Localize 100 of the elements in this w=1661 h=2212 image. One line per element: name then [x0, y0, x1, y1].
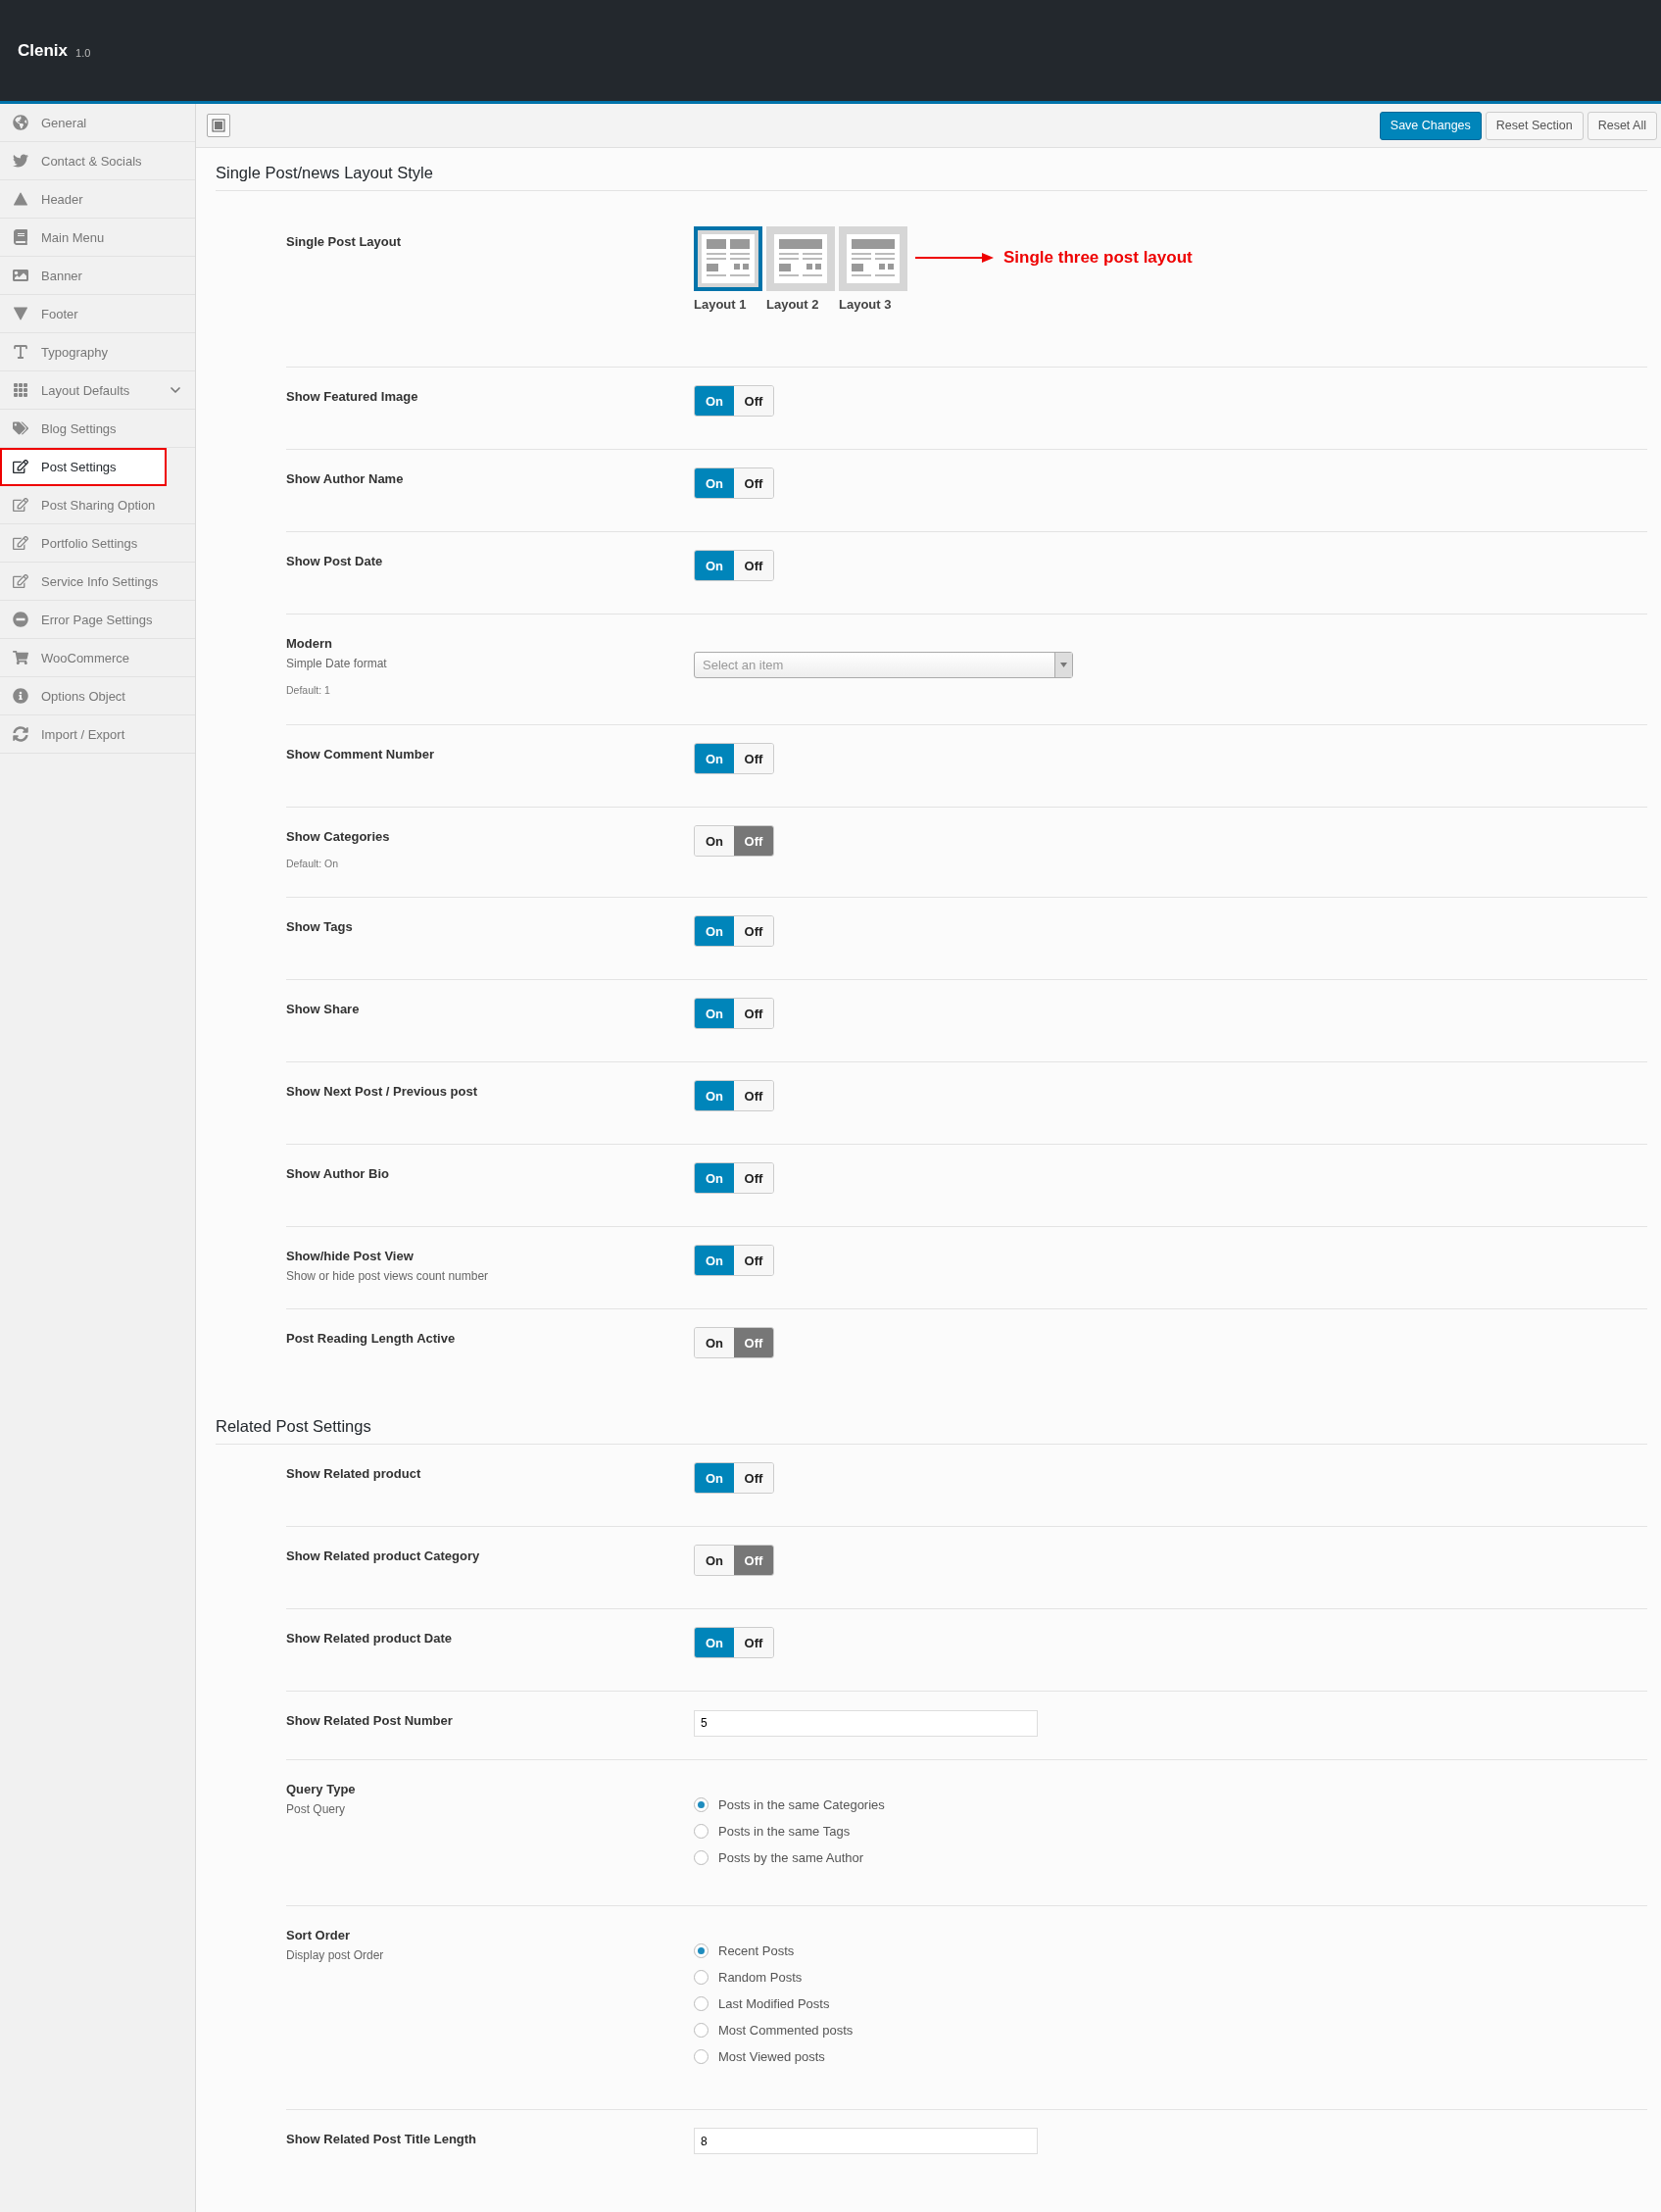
- on-off-switch[interactable]: On Off: [694, 743, 774, 774]
- layout-label: Layout 3: [839, 297, 893, 312]
- sidebar-item[interactable]: Post Sharing Option: [0, 486, 195, 524]
- sidebar-item[interactable]: Layout Defaults: [0, 371, 195, 410]
- field-label: Show Related product Date: [286, 1631, 454, 1646]
- section-title: Related Post Settings: [216, 1417, 1647, 1445]
- on-off-switch[interactable]: On Off: [694, 1627, 774, 1658]
- layout-drawing: [702, 234, 755, 283]
- section-title: Single Post/news Layout Style: [216, 164, 1647, 191]
- sidebar-item[interactable]: Main Menu: [0, 219, 195, 257]
- input-field[interactable]: 8: [694, 2128, 1038, 2155]
- field-label: Show Categories: [286, 829, 391, 844]
- edit-icon: [12, 572, 29, 590]
- field-label: Show Share: [286, 1002, 361, 1016]
- sidebar-item[interactable]: WooCommerce: [0, 639, 195, 677]
- field-label: Show Featured Image: [286, 389, 419, 404]
- radio-option[interactable]: Random Posts: [694, 1969, 1647, 1985]
- field-label: Post Reading Length Active: [286, 1331, 457, 1346]
- sidebar-item[interactable]: Banner: [0, 257, 195, 295]
- reset-button[interactable]: Reset Section: [1485, 111, 1584, 140]
- on-off-switch[interactable]: On Off: [694, 1462, 774, 1494]
- caret-icon: [1060, 663, 1067, 667]
- field-label: Show Post Date: [286, 554, 384, 568]
- edit-icon: [12, 534, 29, 552]
- radio-option[interactable]: Posts in the same Categories: [694, 1797, 1647, 1812]
- radio-option[interactable]: Recent Posts: [694, 1942, 1647, 1958]
- reset-button[interactable]: Reset All: [1587, 111, 1657, 140]
- text-icon: [12, 343, 29, 361]
- panel-icon: [212, 119, 225, 132]
- layout-thumbnail[interactable]: [694, 226, 762, 291]
- field-label: Show Author Name: [286, 471, 405, 486]
- on-off-switch[interactable]: On Off: [694, 1162, 774, 1194]
- cart-icon: [12, 649, 29, 666]
- layout-label: Layout 1: [694, 297, 748, 312]
- sidebar-item[interactable]: Error Page Settings: [0, 601, 195, 639]
- layout-drawing: [774, 234, 827, 283]
- field-label: Show Next Post / Previous post: [286, 1084, 479, 1099]
- field-label: Show Comment Number: [286, 747, 435, 762]
- field-label: Show Author Bio: [286, 1166, 390, 1181]
- image-icon: [12, 267, 29, 284]
- refresh-icon: [12, 725, 29, 743]
- field-description: Post Query: [286, 1802, 347, 1816]
- field-label: Show Tags: [286, 919, 354, 934]
- layout-label: Layout 2: [766, 297, 820, 312]
- field-description: Show or hide post views count number: [286, 1269, 490, 1283]
- sidebar-item[interactable]: Options Object: [0, 677, 195, 715]
- bird-icon: [12, 152, 29, 170]
- app-title: Clenix: [18, 40, 69, 61]
- on-off-switch[interactable]: On Off: [694, 1080, 774, 1111]
- on-off-switch[interactable]: On Off: [694, 915, 774, 947]
- edit-icon: [12, 458, 29, 475]
- field-description: Simple Date format: [286, 657, 388, 670]
- sidebar-item[interactable]: Import / Export: [0, 715, 195, 754]
- tags-icon: [12, 419, 29, 437]
- radio-option[interactable]: Posts by the same Author: [694, 1850, 1647, 1865]
- on-off-switch[interactable]: On Off: [694, 550, 774, 581]
- field-label: Show Related product Category: [286, 1548, 481, 1563]
- field-description: Display post Order: [286, 1947, 385, 1962]
- sidebar-item[interactable]: Contact & Socials: [0, 142, 195, 180]
- annotation-text: Single three post layout: [1003, 248, 1193, 268]
- field-label: Show Related product: [286, 1466, 422, 1481]
- edit-icon: [12, 496, 29, 514]
- save-button[interactable]: Save Changes: [1379, 111, 1482, 140]
- sidebar-item[interactable]: Portfolio Settings: [0, 524, 195, 563]
- input-field[interactable]: 5: [694, 1709, 1038, 1737]
- sidebar-item[interactable]: Post Settings: [0, 448, 167, 486]
- on-off-switch[interactable]: On Off: [694, 1545, 774, 1576]
- layout-toggle-button[interactable]: [207, 114, 230, 137]
- default-note: Default: 1: [286, 684, 331, 696]
- triangle-icon: [12, 190, 29, 208]
- sidebar-item[interactable]: Header: [0, 180, 195, 219]
- default-note: Default: On: [286, 858, 340, 869]
- radio-option[interactable]: Most Viewed posts: [694, 2048, 1647, 2064]
- on-off-switch[interactable]: On Off: [694, 998, 774, 1029]
- sidebar-item[interactable]: Typography: [0, 333, 195, 371]
- sidebar-item[interactable]: General: [0, 104, 195, 142]
- triangle-down-icon: [12, 305, 29, 322]
- version-label: 1.0: [75, 46, 91, 59]
- field-label: Query Type: [286, 1782, 357, 1796]
- field-label: Show Related Post Title Length: [286, 2131, 478, 2146]
- arrow-icon: [915, 252, 994, 264]
- info-icon: [12, 687, 29, 705]
- field-label: Sort Order: [286, 1927, 351, 1942]
- on-off-switch[interactable]: On Off: [694, 467, 774, 499]
- on-off-switch[interactable]: On Off: [694, 1245, 774, 1276]
- sidebar-item[interactable]: Service Info Settings: [0, 563, 195, 601]
- globe-icon: [12, 114, 29, 131]
- on-off-switch[interactable]: On Off: [694, 825, 774, 857]
- field-label: Single Post Layout: [286, 234, 402, 249]
- book-icon: [12, 228, 29, 246]
- sidebar-item[interactable]: Footer: [0, 295, 195, 333]
- radio-option[interactable]: Most Commented posts: [694, 2022, 1647, 2038]
- field-label: Show Related Post Number: [286, 1713, 454, 1728]
- on-off-switch[interactable]: On Off: [694, 1327, 774, 1358]
- radio-option[interactable]: Posts in the same Tags: [694, 1824, 1647, 1839]
- radio-option[interactable]: Last Modified Posts: [694, 1995, 1647, 2011]
- grid-icon: [12, 381, 29, 399]
- layout-drawing: [847, 234, 900, 283]
- field-label: Modern: [286, 636, 333, 651]
- on-off-switch[interactable]: On Off: [694, 385, 774, 417]
